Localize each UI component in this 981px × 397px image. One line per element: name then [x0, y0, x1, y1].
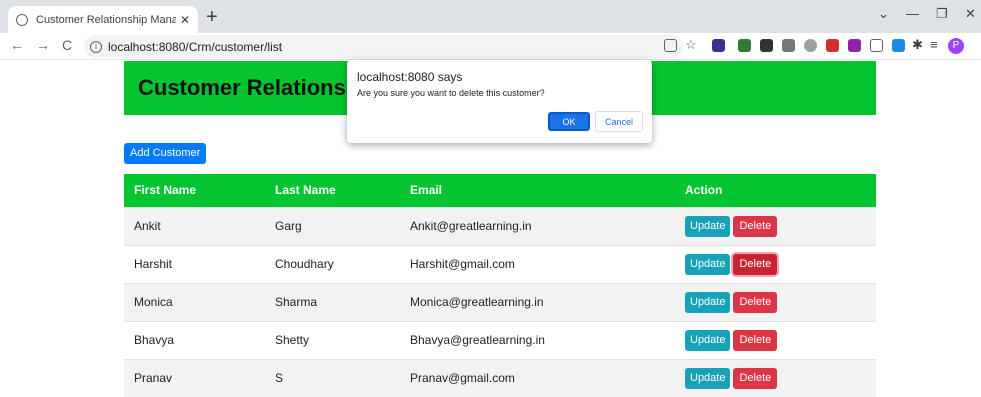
update-button[interactable]: Update [685, 367, 731, 389]
reading-list-icon[interactable]: ≡ [930, 37, 943, 52]
email-cell: Pranav@gmail.com [400, 358, 675, 397]
first-name-cell: Monica [124, 282, 265, 321]
action-cell: Update Delete [675, 244, 876, 283]
table-row: Bhavya Shetty Bhavya@greatlearning.in Up… [124, 320, 876, 359]
table-row: Monica Sharma Monica@greatlearning.in Up… [124, 282, 876, 321]
tab-search-icon[interactable]: ⌄ [878, 6, 889, 22]
info-icon[interactable]: i [90, 40, 102, 53]
globe-icon [16, 13, 28, 26]
extension-icon[interactable] [712, 39, 725, 52]
update-button[interactable]: Update [685, 329, 731, 351]
action-cell: Update Delete [675, 206, 876, 245]
url-text: localhost:8080/Crm/customer/list [108, 39, 283, 54]
last-name-cell: Choudhary [265, 244, 400, 283]
add-customer-button[interactable]: Add Customer [124, 143, 207, 164]
tab-bar: Customer Relationship Managemen ✕ + ⌄ — … [0, 0, 981, 33]
email-cell: Monica@greatlearning.in [400, 282, 675, 321]
delete-button[interactable]: Delete [733, 329, 778, 351]
tab-title: Customer Relationship Managemen [36, 13, 176, 26]
tab-close-icon[interactable]: ✕ [180, 13, 190, 27]
last-name-cell: Sharma [265, 282, 400, 321]
delete-button[interactable]: Delete [733, 215, 778, 237]
cancel-button[interactable]: Cancel [595, 111, 643, 132]
update-button[interactable]: Update [685, 215, 731, 237]
confirm-dialog: localhost:8080 says Are you sure you wan… [347, 60, 652, 143]
action-cell: Update Delete [675, 358, 876, 397]
email-cell: Ankit@greatlearning.in [400, 206, 675, 245]
forward-icon[interactable]: → [36, 37, 50, 53]
dialog-message: Are you sure you want to delete this cus… [357, 88, 545, 98]
window-close-icon[interactable]: ✕ [965, 6, 976, 22]
extension-icon[interactable] [760, 39, 773, 52]
customer-table: First Name Last Name Email Action Ankit … [124, 174, 876, 397]
dialog-title: localhost:8080 says [357, 70, 463, 84]
delete-button[interactable]: Delete [733, 253, 778, 275]
extension-icon[interactable] [738, 39, 751, 52]
update-button[interactable]: Update [685, 253, 731, 275]
maximize-icon[interactable]: ❐ [936, 6, 948, 22]
first-name-cell: Bhavya [124, 320, 265, 359]
table-row: Harshit Choudhary Harshit@gmail.com Upda… [124, 244, 876, 283]
extension-icon[interactable] [782, 39, 795, 52]
delete-button[interactable]: Delete [733, 367, 778, 389]
new-tab-icon[interactable]: + [206, 7, 218, 27]
first-name-cell: Harshit [124, 244, 265, 283]
browser-tab[interactable]: Customer Relationship Managemen ✕ [8, 6, 198, 33]
action-cell: Update Delete [675, 320, 876, 359]
column-header: Email [400, 174, 675, 207]
table-header-row: First Name Last Name Email Action [124, 174, 876, 207]
profile-avatar[interactable]: P [948, 38, 964, 54]
last-name-cell: Garg [265, 206, 400, 245]
puzzle-icon[interactable]: ✱ [912, 37, 925, 52]
delete-button[interactable]: Delete [733, 291, 778, 313]
first-name-cell: Pranav [124, 358, 265, 397]
email-cell: Harshit@gmail.com [400, 244, 675, 283]
browser-toolbar: ← → C i localhost:8080/Crm/customer/list… [0, 33, 981, 60]
email-cell: Bhavya@greatlearning.in [400, 320, 675, 359]
column-header: First Name [124, 174, 265, 207]
first-name-cell: Ankit [124, 206, 265, 245]
extension-icon[interactable] [826, 39, 839, 52]
extension-icon[interactable] [804, 39, 817, 52]
last-name-cell: Shetty [265, 320, 400, 359]
column-header: Last Name [265, 174, 400, 207]
update-button[interactable]: Update [685, 291, 731, 313]
ok-button[interactable]: OK [548, 112, 590, 131]
share-icon[interactable] [664, 39, 677, 52]
action-cell: Update Delete [675, 282, 876, 321]
column-header: Action [675, 174, 876, 207]
address-bar[interactable]: i localhost:8080/Crm/customer/list [84, 35, 684, 58]
extension-icon[interactable] [870, 39, 883, 52]
minimize-icon[interactable]: — [906, 6, 919, 21]
back-icon[interactable]: ← [10, 37, 24, 53]
extension-icon[interactable] [848, 39, 861, 52]
extension-icon[interactable] [892, 39, 905, 52]
table-row: Ankit Garg Ankit@greatlearning.in Update… [124, 206, 876, 245]
last-name-cell: S [265, 358, 400, 397]
bookmark-star-icon[interactable]: ☆ [685, 37, 698, 52]
reload-icon[interactable]: C [62, 37, 72, 53]
table-row: Pranav S Pranav@gmail.com Update Delete [124, 358, 876, 397]
